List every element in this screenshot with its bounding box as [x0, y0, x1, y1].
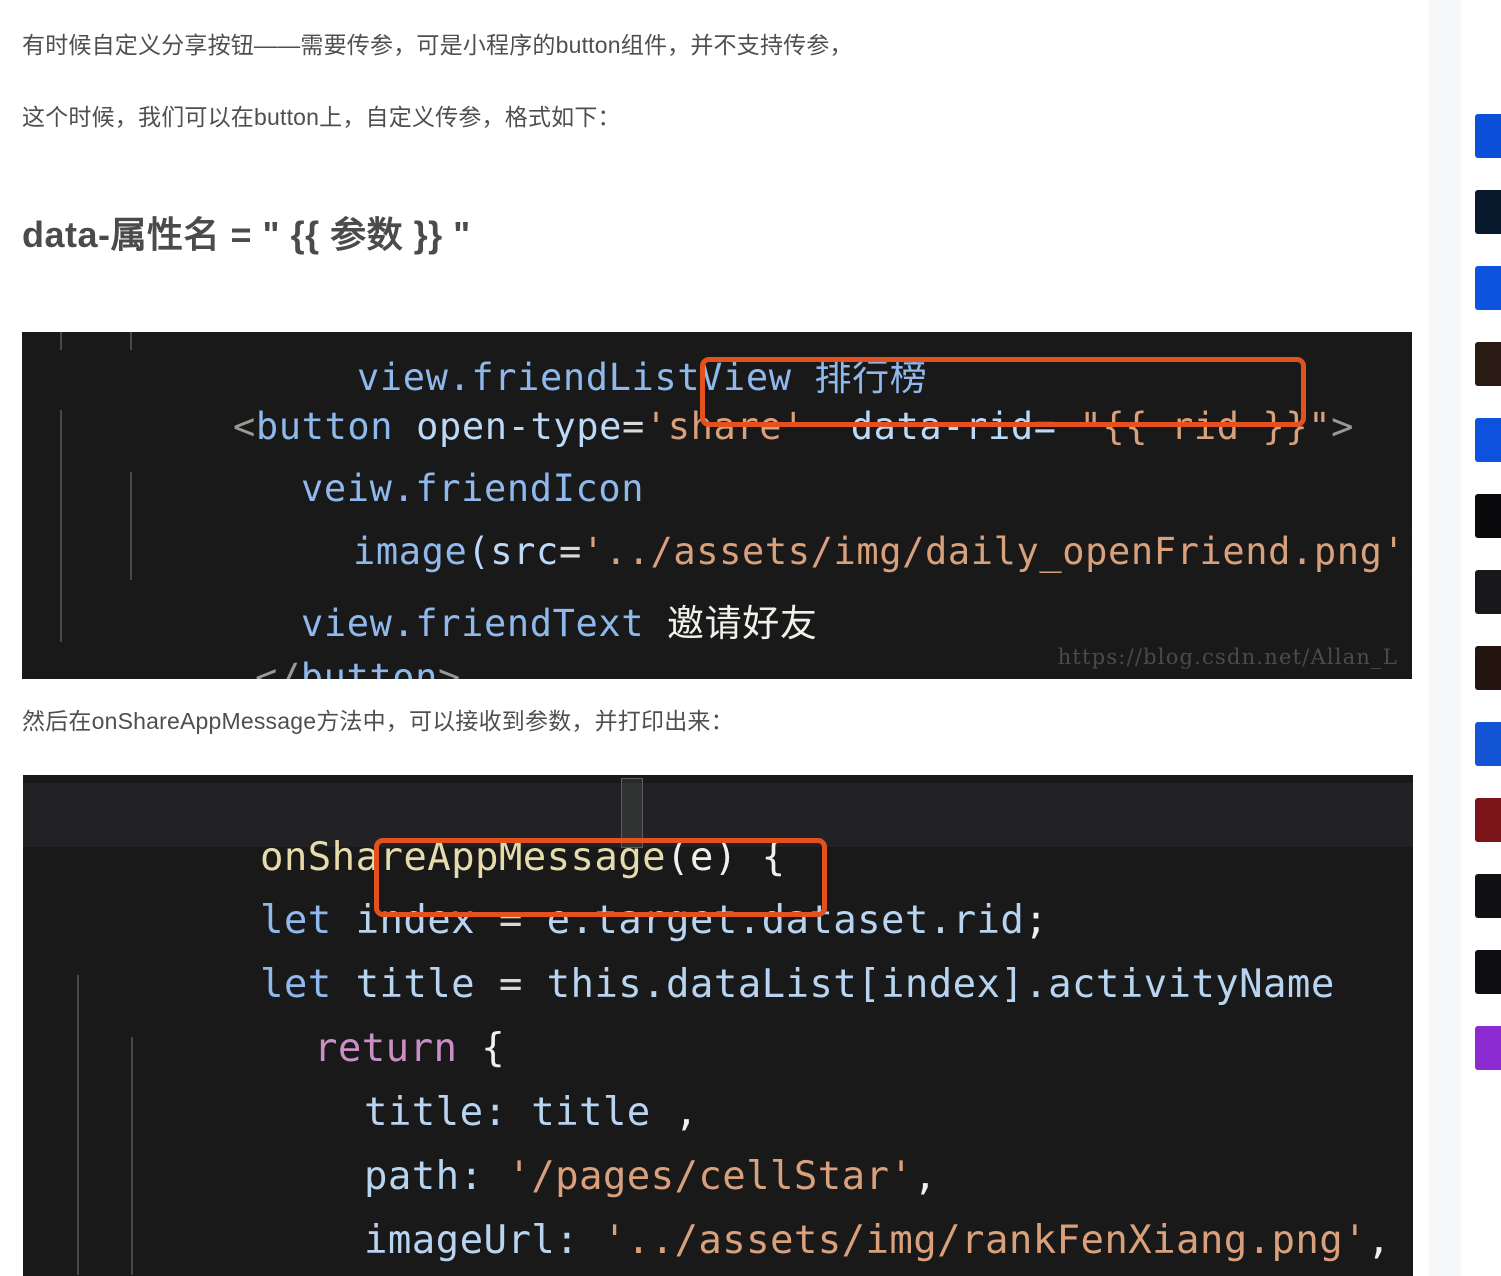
text-caret: [621, 778, 643, 848]
paragraph-intro-1: 有时候自定义分享按钮——需要传参，可是小程序的button组件，并不支持传参，: [22, 32, 853, 58]
paragraph-intro-2: 这个时候，我们可以在button上，自定义传参，格式如下：: [22, 104, 621, 130]
sidebar-thumbnail[interactable]: [1475, 418, 1501, 462]
sidebar-thumbnail[interactable]: [1475, 1026, 1501, 1070]
page-root: 有时候自定义分享按钮——需要传参，可是小程序的button组件，并不支持传参， …: [0, 0, 1501, 1276]
code-token-close-tag-name: button: [300, 656, 439, 679]
code-token-close-paren: ): [1405, 530, 1412, 573]
code-line-brace-close: }: [133, 1237, 348, 1276]
code-line-button-close: </button>: [72, 613, 461, 679]
column-gutter: [1429, 0, 1461, 1276]
code-token-close-tag-open: </: [255, 656, 301, 679]
sidebar-thumbnail[interactable]: [1475, 874, 1501, 918]
code-token-data-value: "{{ rid }}": [1079, 405, 1332, 448]
sidebar-thumbnail[interactable]: [1475, 950, 1501, 994]
code-token-key-imageurl: imageUrl:: [364, 1218, 579, 1263]
paragraph-onsharemessage: 然后在onShareAppMessage方法中，可以接收到参数，并打印出来：: [22, 708, 734, 734]
sidebar-thumbnail[interactable]: [1475, 646, 1501, 690]
sidebar-thumbnail[interactable]: [1475, 190, 1501, 234]
code-token-value-imageurl: '../assets/img/rankFenXiang.png': [602, 1218, 1368, 1263]
code-line-prop-imageurl: imageUrl: '../assets/img/rankFenXiang.pn…: [173, 1173, 1391, 1276]
sidebar-top-spacer: [1461, 28, 1501, 114]
code-token-tag-close: >: [1331, 405, 1355, 448]
sidebar-thumbnail[interactable]: [1475, 114, 1501, 158]
code-token-comma: ,: [1367, 1218, 1391, 1263]
code-block-wxml[interactable]: view.friendListView 排行榜 <button open-typ…: [22, 332, 1412, 679]
code-token-datalist-expr: this.dataList[index].activityName: [546, 962, 1335, 1007]
sidebar-thumbnail[interactable]: [1475, 570, 1501, 614]
code-token-close-tag-gt: >: [438, 656, 461, 679]
watermark-url: https://blog.csdn.net/Allan_L: [1057, 645, 1398, 669]
article-content: 有时候自定义分享按钮——需要传参，可是小程序的button组件，并不支持传参， …: [0, 0, 1429, 1276]
sidebar-thumbnail[interactable]: [1475, 798, 1501, 842]
code-token-data-attr: data-rid=: [850, 405, 1057, 448]
sidebar-thumbnail[interactable]: [1475, 266, 1501, 310]
recommendation-sidebar[interactable]: [1461, 0, 1501, 1276]
sidebar-thumbnail[interactable]: [1475, 722, 1501, 766]
indent-guide: [60, 332, 62, 350]
sidebar-thumbnail[interactable]: [1475, 342, 1501, 386]
code-block-js[interactable]: onShareAppMessage(e) { let index = e.tar…: [23, 775, 1413, 1276]
page-heading: data-属性名 = " {{ 参数 }} ": [22, 213, 471, 255]
sidebar-thumbnail-list[interactable]: [1461, 114, 1501, 1070]
code-token-friend-text-cn: 邀请好友: [667, 602, 818, 645]
code-token-attr-value: 'share': [644, 405, 805, 448]
indent-guide: [130, 332, 132, 350]
sidebar-thumbnail[interactable]: [1475, 494, 1501, 538]
